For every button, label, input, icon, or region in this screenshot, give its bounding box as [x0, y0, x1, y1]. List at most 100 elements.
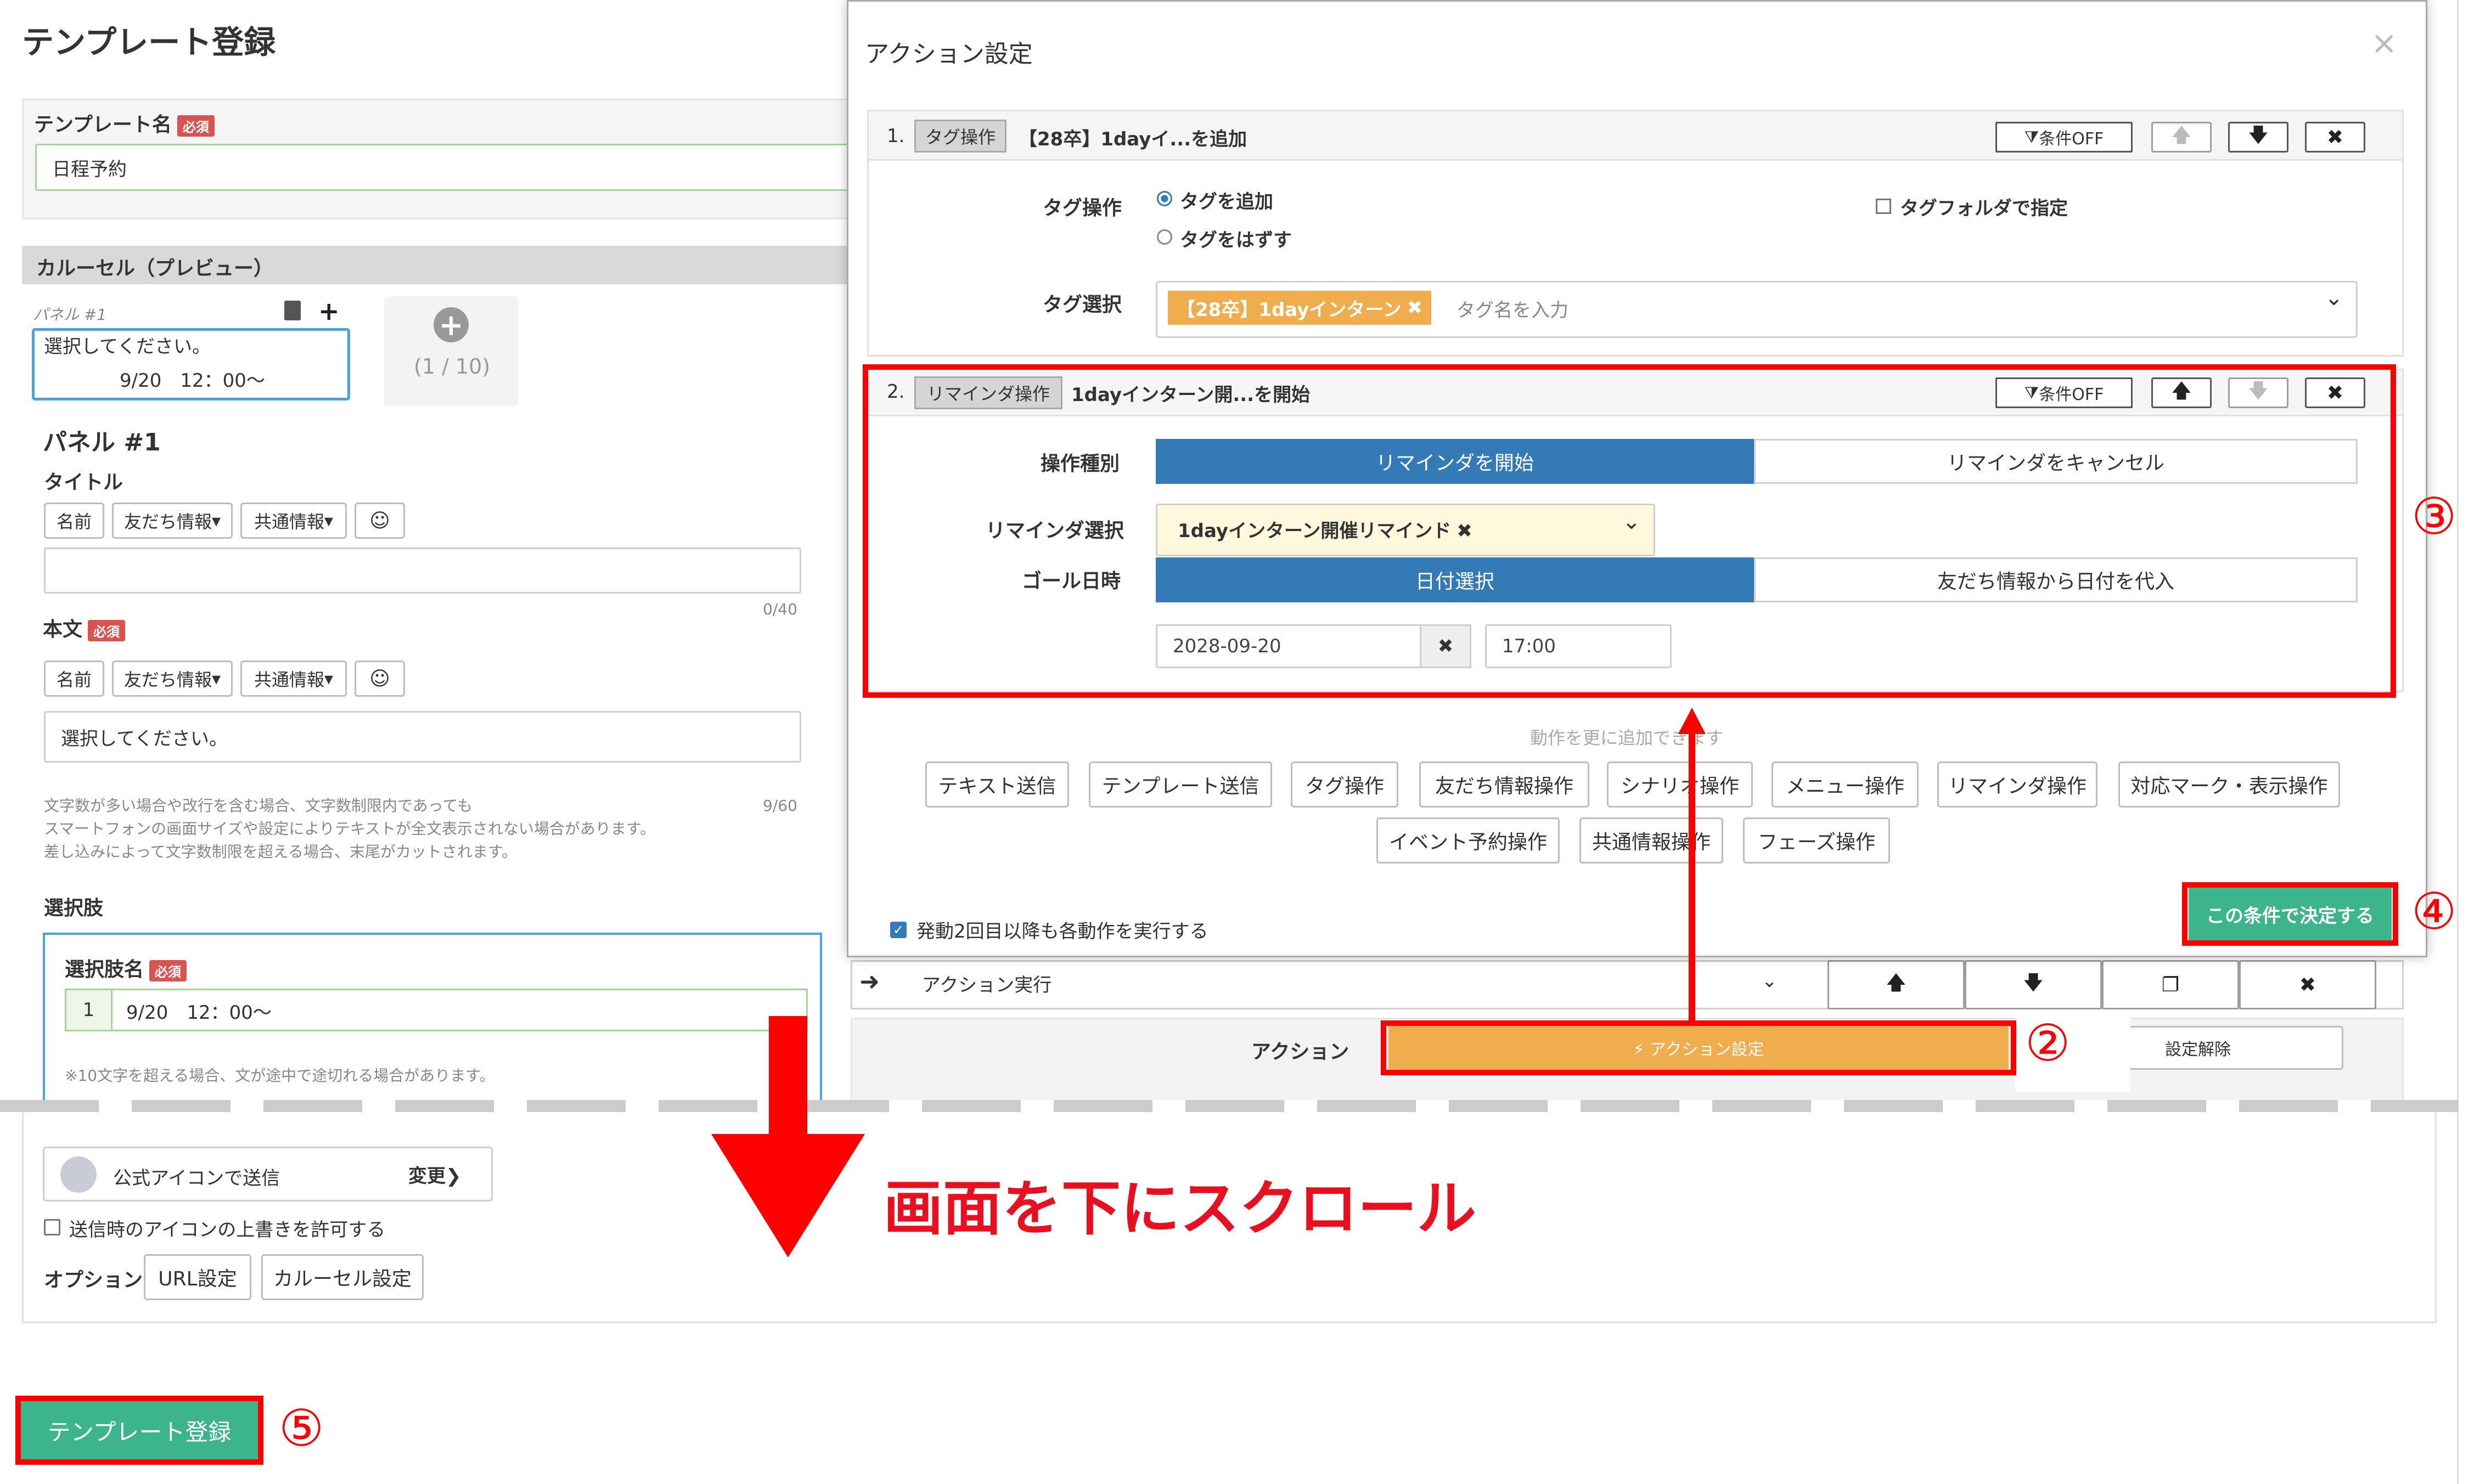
filter-icon: ⧩ [2024, 127, 2039, 147]
highlight-box-2 [1381, 1020, 2016, 1075]
repeat-checkbox[interactable]: ✓ [890, 922, 907, 938]
tag-add-radio[interactable] [1157, 191, 1172, 206]
template-name-input[interactable]: 日程予約 [35, 144, 880, 191]
smile-icon: ☺ [369, 667, 390, 690]
smile-icon: ☺ [369, 509, 390, 532]
annotation-number-5: ⑤ [279, 1399, 324, 1458]
modal-close-icon[interactable]: × [2371, 24, 2398, 61]
insert-name-button-2[interactable]: 名前 [44, 661, 104, 697]
add-phase-operation-button[interactable]: フェーズ操作 [1743, 817, 1890, 864]
emoji-button-2[interactable]: ☺ [355, 661, 405, 697]
option-label: オプション [44, 1269, 143, 1291]
highlight-box-4 [2182, 882, 2398, 946]
tag-remove-radio[interactable] [1157, 229, 1172, 245]
send-icon-label: 公式アイコンで送信 [113, 1167, 280, 1189]
choice-value: 9/20 12：00〜 [126, 1002, 272, 1024]
tag-folder-checkbox[interactable] [1876, 199, 1891, 214]
caret-down-icon: ▾ [324, 668, 334, 689]
allow-override-checkbox[interactable] [44, 1219, 60, 1235]
delete-button[interactable]: ✖ [2239, 960, 2376, 1009]
arrow-right-icon: ➜ [859, 968, 880, 996]
condition-off-button-1[interactable]: ⧩ 条件OFF [1995, 122, 2133, 153]
required-badge: 必須 [88, 619, 126, 641]
arrow-down-icon: 🡇 [2248, 123, 2269, 146]
emoji-button[interactable]: ☺ [355, 503, 405, 539]
scroll-instruction: 画面を下にスクロール [884, 1175, 1477, 1243]
insert-name-button[interactable]: 名前 [44, 503, 104, 539]
add-event-reservation-operation-button[interactable]: イベント予約操作 [1376, 817, 1560, 864]
tag-name-placeholder[interactable]: タグ名を入力 [1456, 295, 1568, 322]
insert-friend-info-button[interactable]: 友だち情報 ▾ [112, 503, 233, 539]
add-tag-operation-button[interactable]: タグ操作 [1291, 761, 1398, 808]
required-badge: 必須 [149, 960, 187, 981]
tag-add-label: タグを追加 [1180, 191, 1273, 213]
add-panel-icon[interactable]: + [318, 296, 340, 326]
action-1-type-badge: タグ操作 [914, 120, 1006, 153]
annotation-number-2: ② [2025, 1014, 2071, 1073]
caret-down-icon: ▾ [324, 510, 334, 531]
body-counter: 9/60 [763, 797, 797, 815]
carousel-setting-button[interactable]: カルーセル設定 [261, 1254, 424, 1300]
add-menu-operation-button[interactable]: メニュー操作 [1772, 761, 1919, 808]
panel-count: (1 / 10) [414, 354, 491, 379]
insert-common-info-button[interactable]: 共通情報 ▾ [240, 503, 347, 539]
repeat-label: 発動2回目以降も各動作を実行する [916, 921, 1208, 943]
move-up-button[interactable]: 🡅 [1827, 960, 1965, 1009]
close-icon[interactable]: ✖ [1407, 297, 1423, 319]
scroll-down-arrow-icon [711, 1016, 865, 1263]
tag-select-chevron-icon: ⌄ [2325, 285, 2343, 311]
arrow-down-icon: 🡇 [2023, 971, 2044, 994]
avatar [60, 1156, 97, 1193]
choice-note: ※10文字を超える場合、文が途中で途切れる場合があります。 [65, 1067, 495, 1085]
note-line1: 文字数が多い場合や改行を含む場合、文字数制限内であっても [44, 797, 473, 815]
insert-common-info-button-2[interactable]: 共通情報 ▾ [240, 661, 347, 697]
add-friend-info-operation-button[interactable]: 友だち情報操作 [1419, 761, 1589, 808]
copy-icon[interactable] [284, 301, 301, 320]
note-line2: スマートフォンの画面サイズや設定によりテキストが全文表示されない場合があります。 [44, 820, 656, 838]
add-reminder-operation-button[interactable]: リマインダ操作 [1937, 761, 2097, 808]
change-link[interactable]: 変更❯ [408, 1161, 462, 1188]
move-down-button[interactable]: 🡇 [1965, 960, 2102, 1009]
body-input[interactable]: 選択してください。 [44, 711, 801, 763]
action-run-select[interactable]: アクション実行 [922, 970, 1051, 997]
choice-index: 1 [66, 990, 113, 1030]
copy-button[interactable]: ❐ [2102, 960, 2239, 1009]
panel-heading: パネル #1 [43, 428, 161, 456]
action-1-up-button[interactable]: 🡅 [2151, 122, 2212, 153]
annotation-number-3: ③ [2411, 487, 2457, 546]
panel-preview-line2: 9/20 12：00〜 [120, 370, 265, 392]
close-icon: ✖ [2299, 973, 2316, 996]
choice-name-label: 選択肢名 必須 [65, 953, 187, 982]
tag-folder-label: タグフォルダで指定 [1900, 198, 2068, 219]
required-badge: 必須 [177, 115, 215, 137]
plus-circle-icon: + [434, 307, 469, 342]
body-label: 本文 必須 [43, 613, 126, 642]
action-1-delete-button[interactable]: ✖ [2305, 122, 2365, 153]
page-title: テンプレート登録 [22, 24, 276, 61]
highlight-box-5 [15, 1396, 263, 1465]
add-template-send-button[interactable]: テンプレート送信 [1089, 761, 1272, 808]
tag-chip[interactable]: 【28卒】1dayインターン ✖ [1168, 291, 1432, 325]
add-mark-display-operation-button[interactable]: 対応マーク・表示操作 [2118, 761, 2340, 808]
title-label: タイトル [44, 471, 123, 494]
url-setting-button[interactable]: URL設定 [144, 1254, 251, 1300]
caret-down-icon: ▾ [211, 668, 221, 689]
action-1-down-button[interactable]: 🡇 [2228, 122, 2288, 153]
note-line3: 差し込みによって文字数制限を超える場合、末尾がカットされます。 [44, 843, 518, 861]
action-label: アクション [1251, 1041, 1349, 1063]
add-text-send-button[interactable]: テキスト送信 [925, 761, 1069, 808]
tag-remove-label: タグをはずす [1180, 229, 1292, 251]
scroll-cut-line [0, 1100, 2459, 1112]
copy-icon: ❐ [2161, 973, 2180, 996]
allow-override-label: 送信時のアイコンの上書きを許可する [69, 1219, 386, 1241]
title-counter: 0/40 [763, 600, 797, 618]
action-1-index: 1. [887, 125, 905, 147]
caret-down-icon: ▾ [211, 510, 221, 531]
action-1-title: 【28卒】1dayイ...を追加 [1019, 128, 1247, 150]
insert-friend-info-button-2[interactable]: 友だち情報 ▾ [112, 661, 233, 697]
title-input[interactable] [44, 548, 801, 594]
modal-title: アクション設定 [865, 40, 1033, 68]
close-icon: ✖ [2326, 126, 2344, 149]
highlight-box-3 [863, 364, 2396, 698]
chevron-right-icon: ❯ [446, 1165, 462, 1187]
